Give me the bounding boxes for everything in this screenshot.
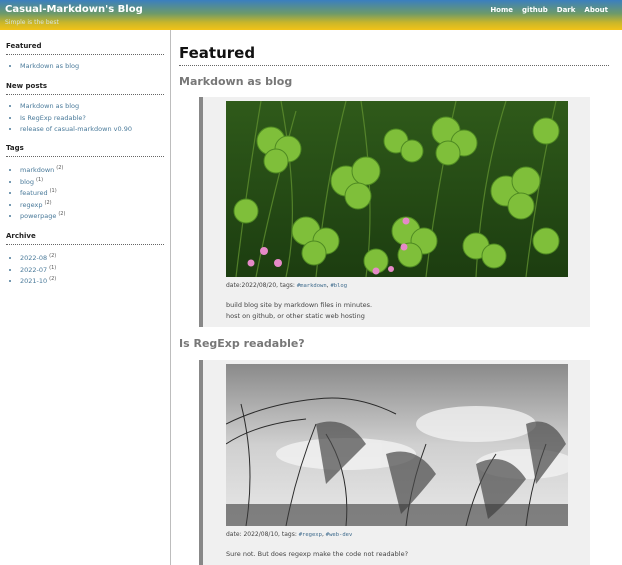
post-card: date:2022/08/20, tags: #markdown, #blog … — [199, 97, 590, 327]
tag-item[interactable]: featured(1) — [20, 186, 164, 198]
sidebar-item[interactable]: Is RegExp readable? — [20, 113, 164, 125]
sidebar-heading-new-posts: New posts — [6, 82, 164, 95]
main-content: Featured Markdown as blog date:2022/08/2… — [179, 30, 614, 565]
tag-count: (1) — [49, 188, 57, 194]
sidebar: Featured Markdown as blog New posts Mark… — [0, 30, 171, 565]
tag-link[interactable]: regexp — [20, 201, 43, 209]
tag-count: (2) — [58, 211, 66, 217]
tag-item[interactable]: markdown(2) — [20, 163, 164, 175]
sidebar-archive-section: Archive 2022-08(2) 2022-07(1) 2021-10(2) — [6, 232, 164, 286]
tag-count: (2) — [56, 165, 64, 171]
sidebar-link[interactable]: release of casual-markdown v0.90 — [20, 125, 132, 133]
post-date: date: 2022/08/10, tags: — [226, 531, 299, 538]
post-card: date: 2022/08/10, tags: #regexp, #web-de… — [199, 360, 590, 565]
tag-item[interactable]: blog(1) — [20, 175, 164, 187]
post-tag[interactable]: #markdown — [297, 283, 327, 289]
tag-link[interactable]: blog — [20, 178, 34, 186]
post-date: date:2022/08/20, tags: — [226, 282, 297, 289]
top-nav: Home github Dark About — [490, 6, 608, 14]
sidebar-item[interactable]: release of casual-markdown v0.90 — [20, 124, 164, 136]
sidebar-new-posts-section: New posts Markdown as blog Is RegExp rea… — [6, 82, 164, 136]
archive-label[interactable]: 2021-10 — [20, 277, 47, 285]
archive-item[interactable]: 2022-07(1) — [20, 263, 164, 275]
tag-count: (1) — [36, 176, 44, 183]
sidebar-link[interactable]: Is RegExp readable? — [20, 114, 86, 122]
tag-link[interactable]: featured — [20, 189, 48, 197]
post-image-grass — [226, 364, 568, 526]
archive-label[interactable]: 2022-07 — [20, 266, 47, 274]
nav-dark-toggle[interactable]: Dark — [557, 6, 576, 14]
tag-item[interactable]: regexp(2) — [20, 198, 164, 210]
archive-label[interactable]: 2022-08 — [20, 254, 47, 262]
post-meta: date:2022/08/20, tags: #markdown, #blog — [226, 282, 348, 289]
post-meta: date: 2022/08/10, tags: #regexp, #web-de… — [226, 531, 353, 538]
post-tag[interactable]: #web-dev — [326, 532, 353, 538]
post-title[interactable]: Is RegExp readable? — [179, 337, 305, 350]
tag-count: (2) — [44, 199, 52, 206]
post-excerpt: build blog site by markdown files in min… — [226, 300, 372, 322]
archive-count: (1) — [49, 264, 57, 271]
sidebar-heading-featured: Featured — [6, 42, 164, 55]
sidebar-item[interactable]: Markdown as blog — [20, 61, 164, 73]
post-excerpt-line: build blog site by markdown files in min… — [226, 301, 373, 309]
site-header: Casual-Markdown's Blog Simple is the bes… — [0, 0, 622, 30]
archive-count: (2) — [49, 276, 57, 282]
archive-count: (2) — [49, 253, 57, 259]
archive-item[interactable]: 2021-10(2) — [20, 274, 164, 286]
post-excerpt: Sure not. But does regexp make the code … — [226, 549, 408, 560]
sidebar-featured-section: Featured Markdown as blog — [6, 42, 164, 73]
sidebar-heading-archive: Archive — [6, 232, 164, 245]
post-title[interactable]: Markdown as blog — [179, 75, 292, 88]
tag-link[interactable]: powerpage — [20, 212, 56, 220]
post-image-clover — [226, 101, 568, 277]
nav-about-link[interactable]: About — [584, 6, 608, 14]
tag-link[interactable]: markdown — [20, 166, 54, 174]
page-title: Featured — [179, 44, 609, 66]
site-subtitle: Simple is the best — [5, 19, 59, 26]
sidebar-link[interactable]: Markdown as blog — [20, 62, 79, 70]
post-excerpt-line: Sure not. But does regexp make the code … — [226, 550, 409, 558]
sidebar-tags-section: Tags markdown(2) blog(1) featured(1) reg… — [6, 144, 164, 221]
sidebar-heading-tags: Tags — [6, 144, 164, 157]
sidebar-link[interactable]: Markdown as blog — [20, 102, 79, 110]
post-tag[interactable]: #blog — [330, 283, 347, 289]
tag-item[interactable]: powerpage(2) — [20, 209, 164, 221]
sidebar-item[interactable]: Markdown as blog — [20, 101, 164, 113]
post-tag[interactable]: #regexp — [299, 532, 322, 538]
nav-github-link[interactable]: github — [522, 6, 548, 14]
post-excerpt-line: host on github, or other static web host… — [226, 312, 365, 320]
nav-home-link[interactable]: Home — [490, 6, 513, 14]
archive-item[interactable]: 2022-08(2) — [20, 251, 164, 263]
site-title[interactable]: Casual-Markdown's Blog — [5, 4, 143, 15]
